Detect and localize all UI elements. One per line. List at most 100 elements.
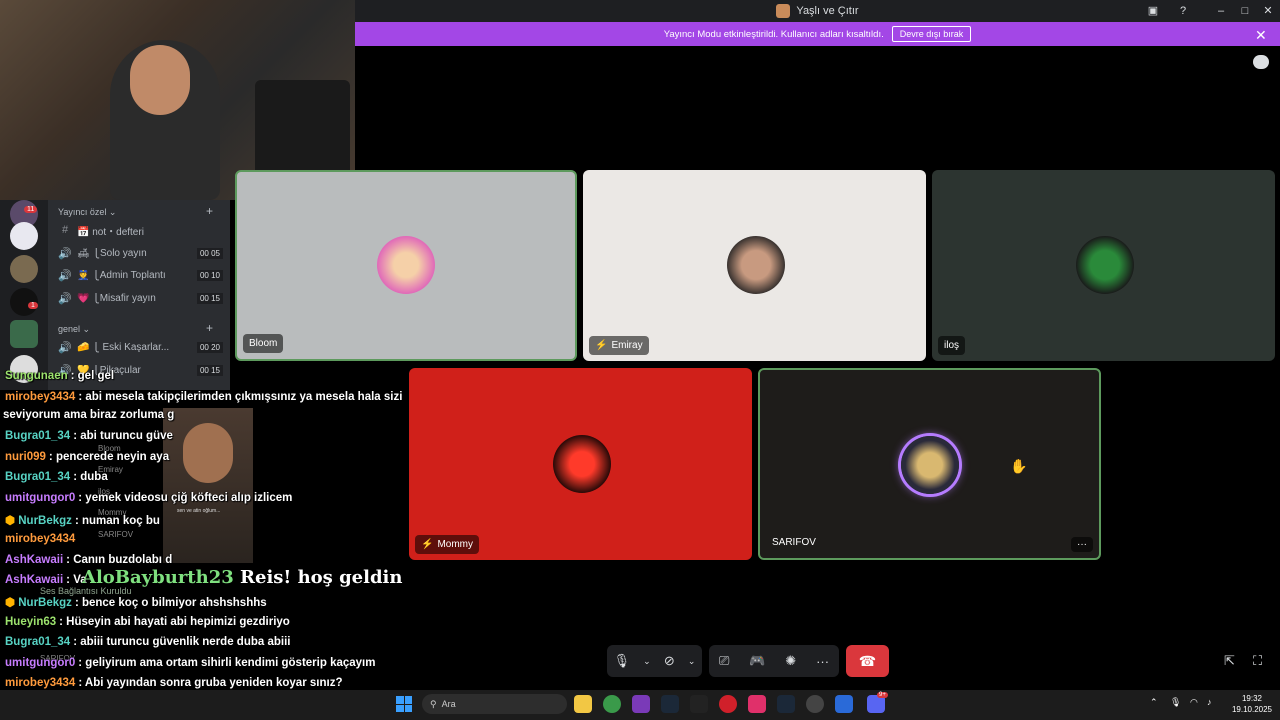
steam-icon[interactable] bbox=[661, 695, 679, 713]
chrome-icon[interactable] bbox=[603, 695, 621, 713]
mic-icon[interactable]: 🎙 bbox=[614, 653, 631, 669]
streamer-face bbox=[130, 45, 190, 115]
video-tile-mommy[interactable]: ⚡ Mommy bbox=[409, 368, 752, 560]
banner-close-icon[interactable]: ✕ bbox=[1255, 27, 1267, 44]
soundboard-icon[interactable]: ✺ bbox=[785, 653, 796, 669]
taskbar-search[interactable]: ⚲ Ara bbox=[422, 694, 567, 714]
channel-item[interactable]: 🔊 🧀 ⎩ Eski Kaşarlar... 00 20 bbox=[58, 337, 223, 357]
video-tile-sarifov[interactable]: SARIFOV ··· bbox=[758, 368, 1101, 560]
server-icon[interactable] bbox=[10, 255, 38, 283]
chat-message: mirobey3434: Abi yayından sonra gruba ye… bbox=[5, 677, 343, 689]
mic-muted-icon: ⚡ bbox=[421, 539, 434, 550]
participant-name: Bloom bbox=[243, 334, 284, 353]
video-tile-ilos[interactable]: iloş bbox=[932, 170, 1275, 361]
chevron-down-icon[interactable]: ⌄ bbox=[643, 656, 651, 667]
streamer-mode-banner: Yayıncı Modu etkinleştirildi. Kullanıcı … bbox=[355, 22, 1280, 46]
voice-channel-icon: 🔊 bbox=[58, 292, 72, 305]
user-avatar bbox=[901, 436, 959, 494]
opera-icon[interactable] bbox=[719, 695, 737, 713]
title-bar: Yaşlı ve Çıtır bbox=[355, 0, 1280, 22]
mention-badge: 11 bbox=[24, 206, 38, 213]
chat-message: umitgungor0: geliyirum ama ortam sihirli… bbox=[5, 657, 376, 669]
screenshare-icon[interactable]: ⎚ bbox=[719, 653, 729, 669]
volume-icon[interactable]: ♪ bbox=[1207, 697, 1212, 707]
file-explorer-icon[interactable] bbox=[574, 695, 592, 713]
user-limit-badge: 00 15 bbox=[196, 292, 223, 304]
user-limit-badge: 00 10 bbox=[196, 269, 223, 281]
server-folder-icon[interactable] bbox=[10, 320, 38, 348]
channel-list: Yayıncı özel ⌄ + # 📅 not・defteri 🔊 🛋 ⎩So… bbox=[48, 200, 230, 390]
chat-message: AshKawaii: Va bbox=[5, 574, 87, 586]
user-limit-badge: 00 20 bbox=[196, 341, 223, 353]
category-header[interactable]: Yayıncı özel ⌄ bbox=[58, 207, 116, 218]
badge-icon: ⬢ bbox=[5, 515, 19, 527]
notification-badge: 9+ bbox=[877, 692, 888, 698]
disable-button[interactable]: Devre dışı bırak bbox=[891, 26, 972, 42]
chat-message: ⬢ NurBekgz: numan koç bu bbox=[5, 515, 160, 527]
chat-message: Sungunaen: gel gel bbox=[5, 370, 115, 382]
mouse-cursor-icon: ✋ bbox=[1010, 458, 1028, 474]
chat-message: Hueyin63: Hüseyin abi hayati abi hepimiz… bbox=[5, 616, 290, 628]
start-button[interactable] bbox=[396, 696, 412, 712]
chat-icon[interactable] bbox=[1253, 55, 1269, 69]
minimize-icon[interactable]: – bbox=[1213, 3, 1229, 19]
steam-icon[interactable] bbox=[777, 695, 795, 713]
chat-message: AshKawaii: Canın buzdolabı d bbox=[5, 554, 173, 566]
disconnect-button[interactable]: ☎ bbox=[846, 645, 889, 677]
user-avatar bbox=[1076, 236, 1134, 294]
wifi-icon[interactable]: ◠ bbox=[1190, 697, 1198, 708]
participant-name: SARIFOV bbox=[772, 537, 816, 548]
popout-icon[interactable]: ⇱ bbox=[1224, 653, 1235, 669]
video-tile-bloom[interactable]: Bloom bbox=[235, 170, 577, 361]
text-channel-icon: # bbox=[61, 224, 69, 236]
activity-controls: ⎚ 🎮 ✺ ··· bbox=[709, 645, 839, 677]
server-icon[interactable] bbox=[10, 222, 38, 250]
mic-icon[interactable]: 🎙 bbox=[1170, 697, 1181, 708]
hangup-icon: ☎ bbox=[858, 652, 877, 669]
channel-item[interactable]: 🔊 👮 ⎩Admin Toplantı 00 10 bbox=[58, 265, 223, 285]
add-channel-icon[interactable]: + bbox=[206, 321, 213, 335]
window-title: Yaşlı ve Çıtır bbox=[796, 5, 859, 17]
chevron-up-icon[interactable]: ⌃ bbox=[1150, 697, 1158, 708]
user-avatar bbox=[727, 236, 785, 294]
welcome-alert: AloBayburth23 Reis! hoş geldin bbox=[82, 567, 403, 588]
server-list bbox=[0, 200, 48, 390]
user-limit-badge: 00 05 bbox=[196, 247, 223, 259]
video-tile-emiray[interactable]: ⚡ Emiray bbox=[583, 170, 926, 361]
add-channel-icon[interactable]: + bbox=[206, 204, 213, 218]
chevron-down-icon[interactable]: ⌄ bbox=[688, 656, 696, 667]
close-icon[interactable]: ✕ bbox=[1260, 3, 1276, 19]
tiktok-icon[interactable] bbox=[748, 695, 766, 713]
chat-message: nuri099: pencerede neyin aya bbox=[5, 451, 170, 463]
voice-channel-icon: 🔊 bbox=[58, 247, 72, 260]
channel-item[interactable]: 🔊 💗 ⎩Misafir yayın 00 15 bbox=[58, 288, 223, 308]
user-avatar bbox=[377, 236, 435, 294]
chat-message: Bugra01_34: duba bbox=[5, 471, 108, 483]
more-options-button[interactable]: ··· bbox=[1071, 537, 1093, 552]
channel-item[interactable]: 🔊 🛋 ⎩Solo yayın 00 05 bbox=[58, 243, 223, 263]
taskbar-clock[interactable]: 19:32 19.10.2025 bbox=[1228, 693, 1276, 715]
search-icon: ⚲ bbox=[430, 698, 437, 709]
inbox-icon[interactable]: ▣ bbox=[1145, 3, 1161, 19]
category-header[interactable]: genel ⌄ bbox=[58, 324, 90, 335]
gamepad-icon[interactable]: 🎮 bbox=[749, 653, 765, 669]
server-icon bbox=[776, 4, 791, 18]
voice-channel-icon: 🔊 bbox=[58, 269, 72, 282]
maximize-icon[interactable]: □ bbox=[1237, 3, 1253, 19]
help-icon[interactable]: ? bbox=[1175, 3, 1191, 19]
user-avatar bbox=[553, 435, 611, 493]
chat-message: Bugra01_34: abiii turuncu güvenlik nerde… bbox=[5, 636, 291, 648]
more-icon[interactable]: ··· bbox=[816, 654, 829, 669]
badge-icon: ⬢ bbox=[5, 597, 19, 609]
voice-channel-icon: 🔊 bbox=[58, 341, 72, 354]
epic-games-icon[interactable] bbox=[690, 695, 708, 713]
chat-message: ⬢ NurBekgz: bence koç o bilmiyor ahshshs… bbox=[5, 597, 267, 609]
chat-message: umitgungor0: yemek videosu çiğ köfteci a… bbox=[5, 492, 293, 504]
channel-item[interactable]: # 📅 not・defteri bbox=[58, 220, 223, 240]
participant-name: ⚡ Mommy bbox=[415, 535, 480, 554]
obs-icon[interactable] bbox=[806, 695, 824, 713]
fullscreen-icon[interactable]: ⛶ bbox=[1253, 653, 1262, 669]
app-icon[interactable] bbox=[835, 695, 853, 713]
camera-off-icon[interactable]: ⊘ bbox=[664, 653, 675, 669]
app-icon[interactable] bbox=[632, 695, 650, 713]
